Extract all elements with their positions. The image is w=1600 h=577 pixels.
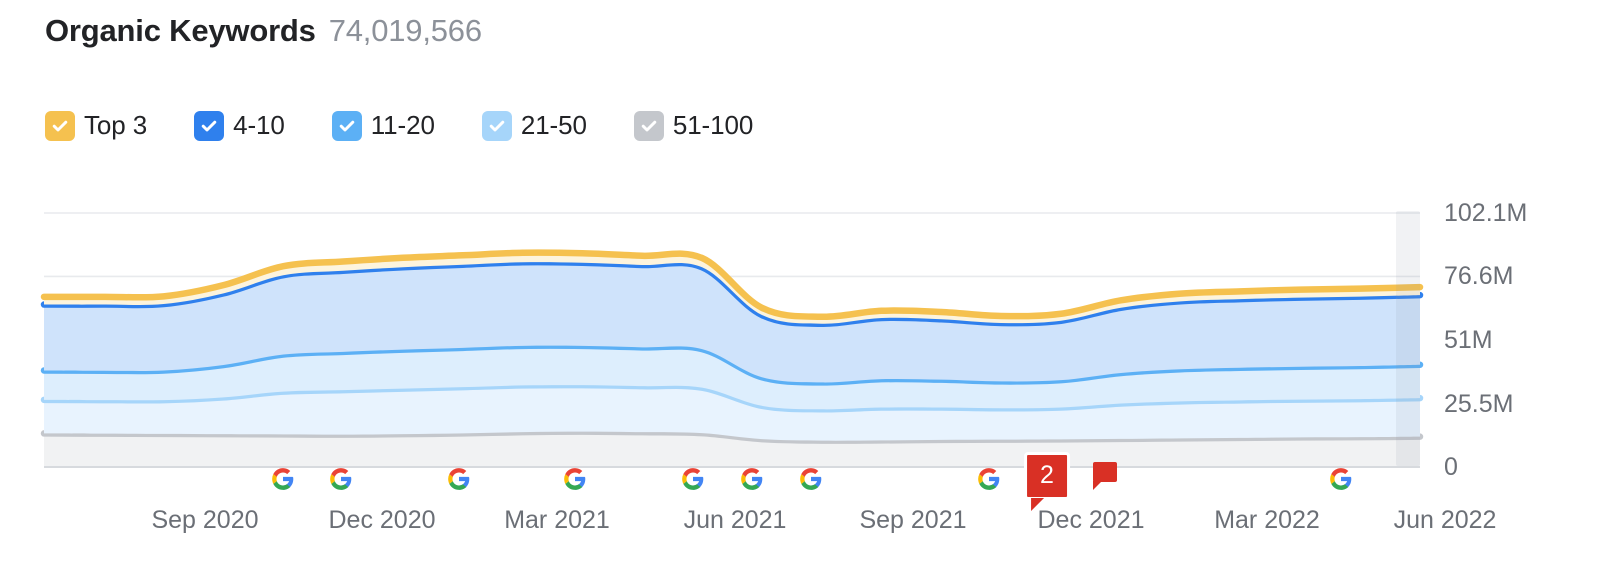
note-flag-tail bbox=[1093, 481, 1102, 490]
google-update-icon[interactable] bbox=[270, 466, 296, 492]
note-badge-tail bbox=[1031, 498, 1045, 511]
note-count-label: 2 bbox=[1024, 452, 1070, 500]
note-flag-icon[interactable] bbox=[1093, 462, 1117, 490]
note-flag-body bbox=[1093, 462, 1117, 482]
google-update-icon[interactable] bbox=[562, 466, 588, 492]
google-update-icon[interactable] bbox=[680, 466, 706, 492]
google-update-icon[interactable] bbox=[976, 466, 1002, 492]
google-update-icon[interactable] bbox=[798, 466, 824, 492]
google-update-icon[interactable] bbox=[446, 466, 472, 492]
note-count-badge[interactable]: 2 bbox=[1024, 452, 1070, 511]
google-update-icon[interactable] bbox=[1328, 466, 1354, 492]
google-update-icon[interactable] bbox=[328, 466, 354, 492]
organic-keywords-widget: Organic Keywords 74,019,566 Top 3 4-10 1… bbox=[0, 0, 1600, 577]
google-update-icon[interactable] bbox=[739, 466, 765, 492]
annotation-markers: 2 bbox=[0, 0, 1600, 577]
